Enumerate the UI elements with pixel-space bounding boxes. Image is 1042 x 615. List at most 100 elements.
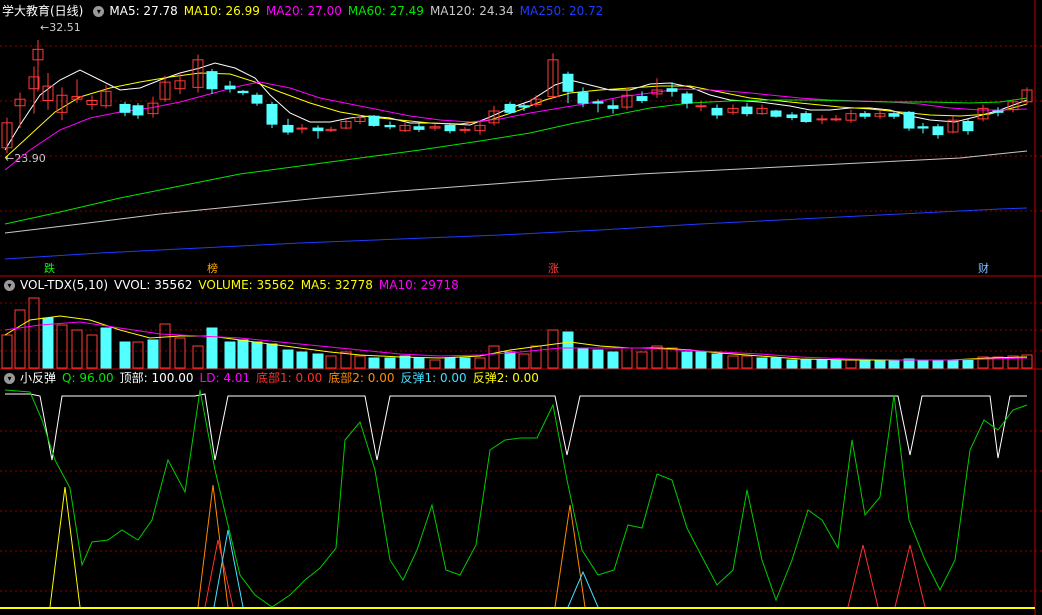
volume-bar [42, 317, 54, 369]
volume-bar [354, 355, 366, 369]
candle-body [562, 73, 574, 92]
ma20-line [4, 81, 1028, 171]
candle-body [666, 88, 678, 92]
volume-bar [770, 357, 782, 369]
volume-bar [71, 329, 83, 369]
volume-bar [399, 355, 411, 369]
volume-bar [224, 341, 236, 369]
bottom1-signal [847, 544, 879, 608]
volume-bar [845, 359, 857, 369]
candle-body [888, 113, 900, 117]
volume-bar [592, 349, 604, 369]
volume-bar [266, 343, 278, 369]
candle-body [962, 121, 974, 132]
volume-bar [962, 359, 974, 369]
volume-bar [917, 359, 929, 369]
candle-body [206, 71, 218, 90]
volume-bar [28, 297, 40, 369]
kline-chart[interactable] [0, 0, 1042, 615]
candle-body [384, 124, 396, 128]
grid-lines [0, 0, 1042, 615]
volume-bar [874, 359, 886, 369]
volume-bar [607, 351, 619, 369]
candle-body [312, 127, 324, 132]
volume-bar [192, 345, 204, 369]
volume-bar [636, 351, 648, 369]
volume-bar [368, 357, 380, 369]
rebound2-signal [49, 486, 81, 608]
bottom2-signal [554, 504, 586, 608]
rebound1-signal [567, 570, 599, 608]
q-line [4, 389, 1028, 608]
volume-bar [100, 327, 112, 369]
volume-bar [237, 339, 249, 369]
volume-bar [577, 347, 589, 369]
top-line [5, 393, 1027, 461]
volume-bar [14, 309, 26, 369]
volume-bar [312, 353, 324, 369]
candle-body [917, 126, 929, 129]
volume-bar [251, 341, 263, 369]
volume-bar [132, 341, 144, 369]
candle-body [741, 106, 753, 115]
candle-body [282, 124, 294, 133]
candle-body [251, 94, 263, 104]
bottom1-signal [894, 544, 926, 608]
candle-body [266, 103, 278, 125]
volume-bar [681, 351, 693, 369]
candle-body [786, 114, 798, 119]
candle-body [903, 111, 915, 129]
candle-body [711, 107, 723, 116]
volume-bar [530, 345, 542, 369]
candle-body [577, 92, 589, 104]
candle-body [119, 103, 131, 113]
volume-bar [859, 359, 871, 369]
volume-bar [282, 349, 294, 369]
candle-body [800, 113, 812, 123]
volume-bar [947, 359, 959, 369]
moving-average-lines [4, 62, 1028, 260]
candle-body [444, 124, 456, 132]
candle-body [681, 93, 693, 104]
candle-body [518, 105, 530, 108]
bottom1-signal [204, 539, 234, 608]
volume-bar [816, 359, 828, 369]
ma120-line [4, 150, 1028, 234]
candle-body [132, 105, 144, 116]
volume-bar [562, 331, 574, 369]
volume-bar [800, 359, 812, 369]
volume-bar [488, 345, 500, 369]
volume-bar [56, 324, 68, 369]
volume-bar [174, 337, 186, 369]
candle-body [816, 118, 828, 121]
candle-body [932, 126, 944, 136]
bottom2-signal [197, 484, 229, 608]
candle-body [413, 126, 425, 130]
volume-bar [888, 359, 900, 369]
volume-bar [695, 351, 707, 369]
candle-body [830, 118, 842, 121]
candle-body [459, 128, 471, 131]
volume-bar [518, 353, 530, 369]
candle-body [504, 103, 516, 113]
volume-bar [147, 339, 159, 369]
volume-bar [727, 355, 739, 369]
volume-bar [504, 351, 516, 369]
volume-bar [206, 327, 218, 369]
volume-bar [444, 357, 456, 369]
volume-bar [474, 357, 486, 369]
rebound-lines [0, 389, 1035, 609]
candle-body [636, 96, 648, 102]
candle-body [224, 85, 236, 90]
volume-bar [413, 357, 425, 369]
volume-bar [325, 355, 337, 369]
candle-body [859, 113, 871, 117]
volume-bar [756, 357, 768, 369]
candle-body [695, 105, 707, 108]
volume-bar [932, 359, 944, 369]
volume-bar [159, 323, 171, 369]
candlesticks [1, 40, 1033, 153]
candle-body [992, 110, 1004, 113]
volume-bar [429, 359, 441, 369]
volume-bar [296, 351, 308, 369]
